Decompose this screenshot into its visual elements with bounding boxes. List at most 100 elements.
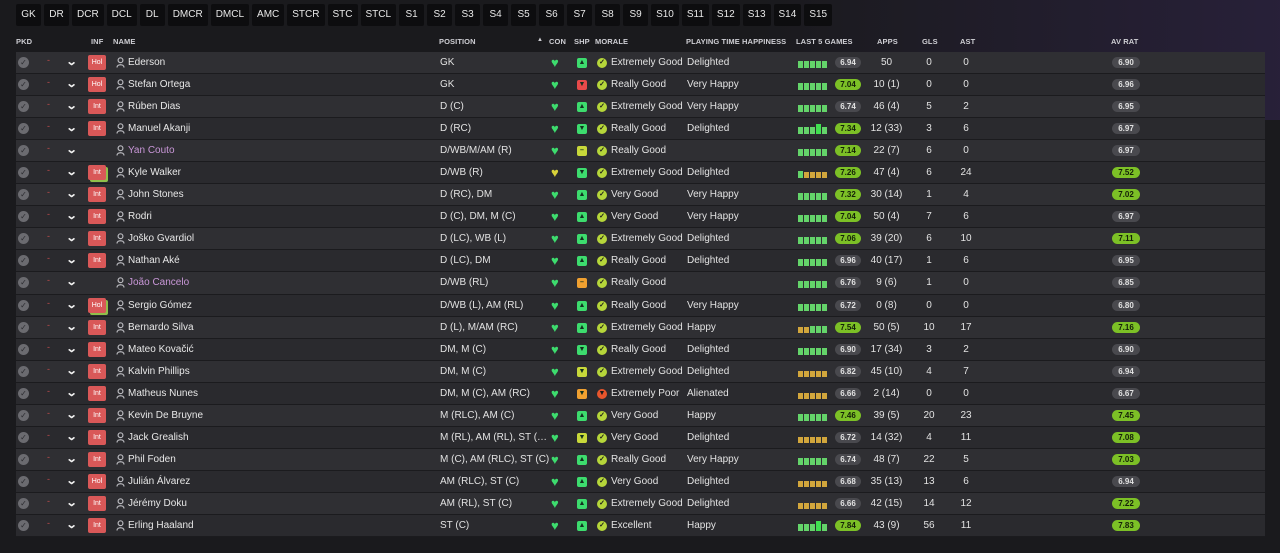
pick-checkbox[interactable]: ✓ <box>18 57 29 68</box>
chevron-down-icon[interactable]: ⌄ <box>66 430 78 443</box>
table-row[interactable]: ✓ - ⌄ Int Kalvin Phillips DM, M (C) ♥ ▼ ✓ Extreme… <box>16 360 1265 383</box>
filter-button-s11[interactable]: S11 <box>681 4 709 26</box>
chevron-down-icon[interactable]: ⌄ <box>66 253 78 266</box>
chevron-down-icon[interactable]: ⌄ <box>66 518 78 531</box>
filter-button-s13[interactable]: S13 <box>742 4 771 26</box>
player-name[interactable]: Matheus Nunes <box>128 388 198 399</box>
player-name[interactable]: Kyle Walker <box>128 167 181 178</box>
player-name[interactable]: Mateo Kovačić <box>128 344 194 355</box>
pick-checkbox[interactable]: ✓ <box>18 321 29 333</box>
table-row[interactable]: ✓ - ⌄ Hol Stefan Ortega GK ♥ ▼ ✓ Really Good Very … <box>16 74 1265 97</box>
chevron-down-icon[interactable]: ⌄ <box>66 55 78 68</box>
col-gls[interactable]: GLS <box>922 37 938 46</box>
chevron-down-icon[interactable]: ⌄ <box>66 474 78 487</box>
col-playing-time[interactable]: PLAYING TIME HAPPINESS <box>686 37 786 46</box>
chevron-down-icon[interactable]: ⌄ <box>66 408 78 421</box>
pick-checkbox[interactable]: ✓ <box>18 299 29 311</box>
table-row[interactable]: ✓ - ⌄ Yan Couto D/WB/M/AM (R) ♥ – ✓ Really Good 7… <box>16 140 1265 163</box>
chevron-down-icon[interactable]: ⌄ <box>66 496 78 509</box>
table-row[interactable]: ✓ - ⌄ Int Jérémy Doku AM (RL), ST (C) ♥ ▲ ✓ Extre… <box>16 492 1265 515</box>
pick-checkbox[interactable]: ✓ <box>18 497 29 509</box>
pick-checkbox[interactable]: ✓ <box>18 145 29 157</box>
pick-checkbox[interactable]: ✓ <box>18 475 29 487</box>
chevron-down-icon[interactable]: ⌄ <box>66 364 78 377</box>
player-name[interactable]: John Stones <box>128 189 184 200</box>
pick-checkbox[interactable]: ✓ <box>18 79 29 91</box>
pick-checkbox[interactable]: ✓ <box>18 387 29 399</box>
table-row[interactable]: ✓ - ⌄ Int John Stones D (RC), DM ♥ ▲ ✓ Very Good V… <box>16 184 1265 207</box>
col-av-rat[interactable]: AV RAT <box>1111 37 1138 46</box>
player-name[interactable]: João Cancelo <box>128 277 189 288</box>
table-row[interactable]: ✓ - ⌄ Int Jack Grealish M (RL), AM (RL), ST (… <box>16 426 1265 449</box>
filter-button-s2[interactable]: S2 <box>427 4 453 26</box>
caret-up-icon[interactable]: ▲ <box>537 37 543 43</box>
chevron-down-icon[interactable]: ⌄ <box>66 320 78 333</box>
pick-checkbox[interactable]: ✓ <box>18 123 29 135</box>
player-name[interactable]: Stefan Ortega <box>128 79 190 90</box>
pick-checkbox[interactable]: ✓ <box>18 167 29 179</box>
filter-button-s1[interactable]: S1 <box>399 4 425 26</box>
player-name[interactable]: Phil Foden <box>128 454 176 465</box>
pick-checkbox[interactable]: ✓ <box>18 255 29 267</box>
filter-button-s12[interactable]: S12 <box>711 4 740 26</box>
player-name[interactable]: Jack Grealish <box>128 432 189 443</box>
chevron-down-icon[interactable]: ⌄ <box>66 187 78 200</box>
filter-button-stc[interactable]: STC <box>327 4 358 26</box>
filter-button-dcl[interactable]: DCL <box>106 4 137 26</box>
filter-button-amc[interactable]: AMC <box>252 4 285 26</box>
player-name[interactable]: Erling Haaland <box>128 520 194 531</box>
table-row[interactable]: ✓ - ⌄ João Cancelo D/WB (RL) ♥ – ✓ Really Good 6.… <box>16 272 1265 295</box>
col-apps[interactable]: APPS <box>877 37 898 46</box>
table-row[interactable]: ✓ - ⌄ Int Mateo Kovačić DM, M (C) ♥ ▼ ✓ Really Go… <box>16 338 1265 361</box>
pick-checkbox[interactable]: ✓ <box>18 365 29 377</box>
table-row[interactable]: ✓ - ⌄ Int Phil Foden M (C), AM (RLC), ST (C) ♥… <box>16 448 1265 471</box>
filter-button-s15[interactable]: S15 <box>804 4 833 26</box>
player-name[interactable]: Rúben Dias <box>128 101 180 112</box>
filter-button-s4[interactable]: S4 <box>483 4 509 26</box>
filter-button-s5[interactable]: S5 <box>511 4 537 26</box>
player-name[interactable]: Joško Gvardiol <box>128 233 194 244</box>
player-name[interactable]: Yan Couto <box>128 145 175 156</box>
chevron-down-icon[interactable]: ⌄ <box>66 77 78 90</box>
player-name[interactable]: Sergio Gómez <box>128 300 192 311</box>
filter-button-s14[interactable]: S14 <box>773 4 802 26</box>
filter-button-stcr[interactable]: STCR <box>287 4 325 26</box>
player-name[interactable]: Jérémy Doku <box>128 498 187 509</box>
chevron-down-icon[interactable]: ⌄ <box>66 386 78 399</box>
filter-button-dl[interactable]: DL <box>139 4 165 26</box>
chevron-down-icon[interactable]: ⌄ <box>66 298 78 311</box>
table-row[interactable]: ✓ - ⌄ Int Erling Haaland ST (C) ♥ ▲ ✓ Excellent Ha… <box>16 514 1265 538</box>
filter-button-gk[interactable]: GK <box>16 4 41 26</box>
chevron-down-icon[interactable]: ⌄ <box>66 452 78 465</box>
player-name[interactable]: Kevin De Bruyne <box>128 410 203 421</box>
table-row[interactable]: ✓ - ⌄ Hol Sergio Gómez D/WB (L), AM (RL) ♥ ▲ ✓ Re… <box>16 294 1265 317</box>
filter-button-stcl[interactable]: STCL <box>360 4 397 26</box>
filter-button-s6[interactable]: S6 <box>539 4 565 26</box>
pick-checkbox[interactable]: ✓ <box>18 519 29 531</box>
filter-button-s7[interactable]: S7 <box>567 4 593 26</box>
table-row[interactable]: ✓ - ⌄ Int Kevin De Bruyne M (RLC), AM (C) ♥ ▲ ✓ V… <box>16 404 1265 427</box>
table-row[interactable]: ✓ - ⌄ Int Joško Gvardiol D (LC), WB (L) ♥ ▲ ✓ Ext… <box>16 228 1265 251</box>
table-row[interactable]: ✓ - ⌄ Int Bernardo Silva D (L), M/AM (RC) ♥ ▲ ✓ E… <box>16 316 1265 339</box>
filter-button-s9[interactable]: S9 <box>623 4 649 26</box>
filter-button-s8[interactable]: S8 <box>595 4 621 26</box>
col-morale[interactable]: MORALE <box>595 37 628 46</box>
chevron-down-icon[interactable]: ⌄ <box>66 143 78 156</box>
player-name[interactable]: Manuel Akanji <box>128 123 190 134</box>
player-name[interactable]: Julián Álvarez <box>128 476 190 487</box>
col-con[interactable]: CON <box>549 37 566 46</box>
pick-checkbox[interactable]: ✓ <box>18 101 29 113</box>
chevron-down-icon[interactable]: ⌄ <box>66 121 78 134</box>
table-row[interactable]: ✓ - ⌄ Int Nathan Aké D (LC), DM ♥ ▲ ✓ Really Good… <box>16 250 1265 273</box>
chevron-down-icon[interactable]: ⌄ <box>66 231 78 244</box>
chevron-down-icon[interactable]: ⌄ <box>66 99 78 112</box>
pick-checkbox[interactable]: ✓ <box>18 233 29 245</box>
player-name[interactable]: Nathan Aké <box>128 255 180 266</box>
pick-checkbox[interactable]: ✓ <box>18 277 29 289</box>
table-row[interactable]: ✓ - ⌄ Int Rúben Dias D (C) ♥ ▲ ✓ Extremely Good Ve… <box>16 96 1265 119</box>
pick-checkbox[interactable]: ✓ <box>18 189 29 201</box>
chevron-down-icon[interactable]: ⌄ <box>66 209 78 222</box>
pick-checkbox[interactable]: ✓ <box>18 343 29 355</box>
col-ast[interactable]: AST <box>960 37 975 46</box>
chevron-down-icon[interactable]: ⌄ <box>66 342 78 355</box>
